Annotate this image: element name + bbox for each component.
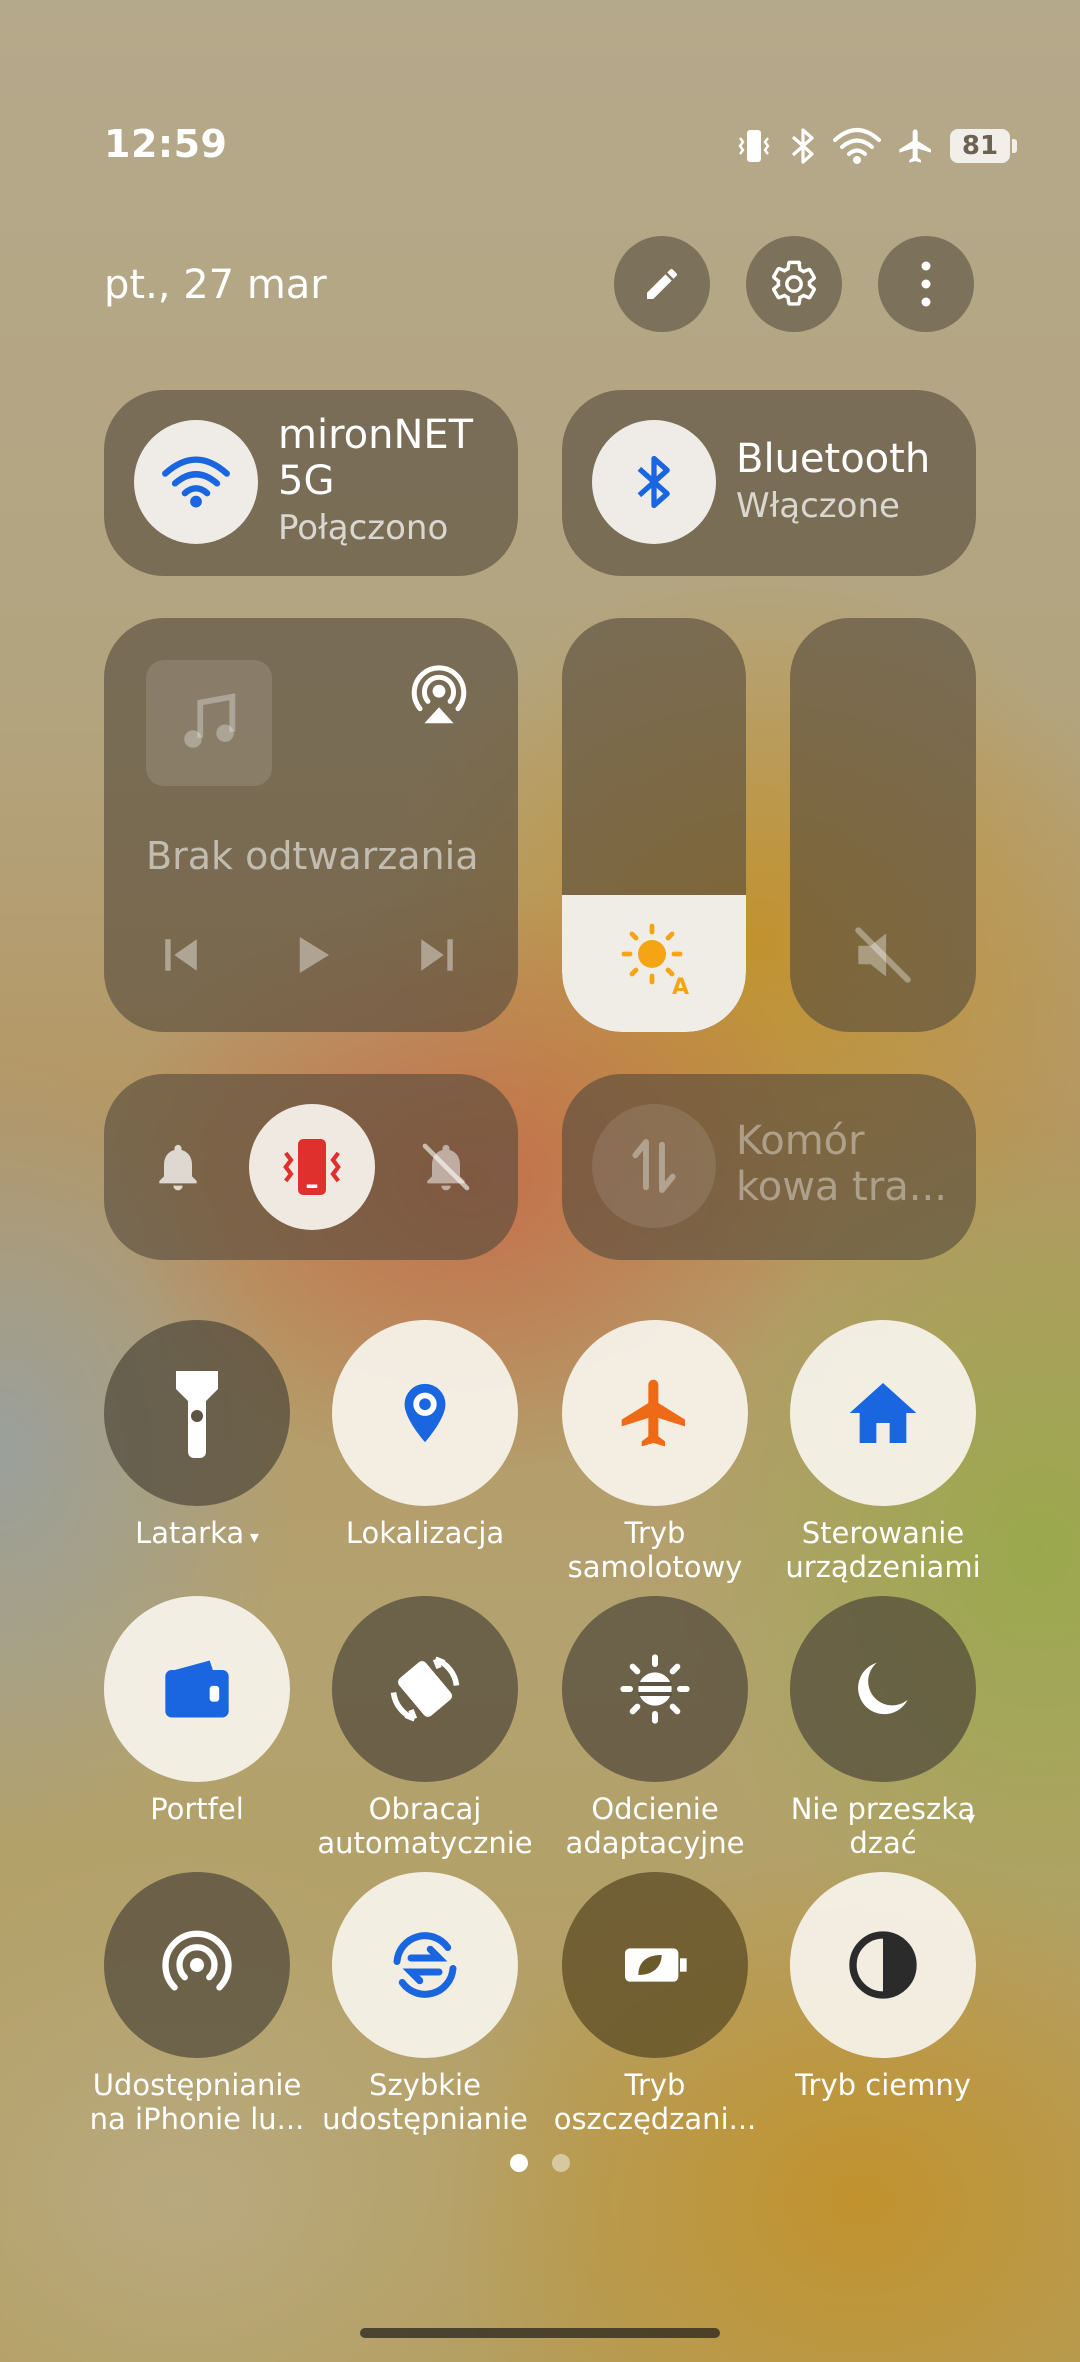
battery-saver-toggle[interactable] — [562, 1872, 748, 2058]
moon-icon — [858, 1662, 908, 1715]
edit-icon — [647, 268, 678, 299]
cast-icon — [411, 665, 467, 724]
skip-previous-icon — [165, 939, 197, 971]
quick-share-label: Szybkie udostępnianie — [322, 2068, 528, 2136]
music-note-icon — [184, 693, 236, 748]
quick-share-icon — [393, 1932, 457, 1998]
volume-muted-icon — [846, 918, 920, 996]
device-controls-toggle[interactable] — [790, 1320, 976, 1506]
device-controls-label: Sterowanie urządzeniami — [785, 1516, 981, 1584]
wallet-label: Portfel — [150, 1792, 244, 1826]
dropdown-icon: ▾ — [244, 1527, 259, 1548]
home-icon — [849, 1383, 917, 1443]
flashlight-toggle[interactable] — [104, 1320, 290, 1506]
cast-button[interactable] — [404, 662, 474, 736]
iphone-sharing-label: Udostępnianie na iPhonie lu... — [89, 2068, 305, 2136]
battery-icon: 81 — [950, 129, 1017, 163]
svg-text:A: A — [672, 975, 689, 998]
rotate-icon — [390, 1656, 460, 1722]
mobile-data-label: Komór kowa tra... — [736, 1118, 947, 1210]
do-not-disturb-toggle[interactable] — [790, 1596, 976, 1782]
adaptive-tone-icon — [620, 1654, 690, 1724]
flashlight-label: Latarka ▾ — [135, 1516, 259, 1550]
wifi-icon — [162, 456, 230, 508]
media-status-label: Brak odtwarzania — [146, 834, 479, 878]
edit-button[interactable] — [614, 236, 710, 332]
location-toggle[interactable] — [332, 1320, 518, 1506]
bell-icon — [159, 1144, 197, 1191]
bluetooth-tile[interactable]: Bluetooth Włączone — [562, 390, 976, 576]
location-icon — [404, 1383, 446, 1443]
page-indicator-1[interactable] — [510, 2154, 528, 2172]
previous-button[interactable] — [154, 928, 208, 982]
location-label: Lokalizacja — [345, 1516, 505, 1550]
bell-off-icon — [422, 1143, 470, 1191]
play-button[interactable] — [284, 928, 338, 982]
mobile-data-tile[interactable]: Komór kowa tra... — [562, 1074, 976, 1260]
wifi-tile[interactable]: mironNET 5G Połączono — [104, 390, 518, 576]
vibrate-icon — [283, 1139, 341, 1195]
wifi-toggle[interactable] — [134, 420, 258, 544]
settings-icon — [772, 260, 816, 306]
media-player-tile[interactable]: Brak odtwarzania — [104, 618, 518, 1032]
do-not-disturb-label: Nie przeszka dzać — [790, 1792, 976, 1860]
dark-mode-label: Tryb ciemny — [795, 2068, 971, 2102]
brightness-auto-icon: A — [616, 918, 696, 1002]
more-button[interactable] — [878, 236, 974, 332]
play-icon — [299, 937, 329, 973]
volume-slider[interactable] — [790, 618, 976, 1032]
wifi-network-name: mironNET 5G — [278, 412, 474, 504]
ring-mode-button[interactable] — [150, 1138, 206, 1200]
bluetooth-icon — [637, 455, 670, 509]
wifi-status: Połączono — [278, 508, 449, 548]
more-icon — [921, 261, 931, 307]
battery-level: 81 — [961, 131, 999, 161]
vibrate-icon — [734, 126, 774, 166]
battery-saver-label: Tryb oszczędzani... — [553, 2068, 757, 2136]
wallet-icon — [165, 1660, 229, 1718]
next-button[interactable] — [410, 928, 464, 982]
adaptive-tone-label: Odcienie adaptacyjne — [565, 1792, 745, 1860]
bluetooth-status: Włączone — [736, 486, 900, 526]
wallet-toggle[interactable] — [104, 1596, 290, 1782]
share-icon — [162, 1930, 232, 1991]
date-label: pt., 27 mar — [104, 262, 327, 308]
bluetooth-title: Bluetooth — [736, 436, 931, 482]
home-indicator[interactable] — [360, 2328, 720, 2338]
adaptive-tone-toggle[interactable] — [562, 1596, 748, 1782]
album-art — [146, 660, 272, 786]
status-icons: 81 — [734, 124, 1017, 168]
brightness-slider[interactable]: A — [562, 618, 746, 1032]
status-time: 12:59 — [104, 122, 228, 166]
silent-mode-button[interactable] — [418, 1138, 474, 1200]
airplane-icon — [896, 126, 936, 166]
sound-mode-tile — [104, 1074, 518, 1260]
quick-share-toggle[interactable] — [332, 1872, 518, 2058]
auto-rotate-label: Obracaj automatycznie — [317, 1792, 533, 1860]
skip-next-icon — [421, 939, 453, 971]
settings-button[interactable] — [746, 236, 842, 332]
bluetooth-toggle[interactable] — [592, 420, 716, 544]
wifi-icon — [832, 126, 882, 166]
auto-rotate-toggle[interactable] — [332, 1596, 518, 1782]
flashlight-icon — [176, 1371, 218, 1458]
dropdown-icon[interactable]: ▾ — [966, 1808, 975, 1829]
dark-mode-toggle[interactable] — [790, 1872, 976, 2058]
iphone-sharing-toggle[interactable] — [104, 1872, 290, 2058]
airplane-mode-label: Tryb samolotowy — [567, 1516, 743, 1584]
mobile-data-toggle[interactable] — [592, 1104, 716, 1228]
airplane-mode-toggle[interactable] — [562, 1320, 748, 1506]
bluetooth-icon — [788, 125, 818, 167]
vibrate-mode-button[interactable] — [249, 1104, 375, 1230]
battery-saver-icon — [625, 1948, 687, 1982]
page-indicator-2[interactable] — [552, 2154, 570, 2172]
dark-mode-icon — [849, 1931, 917, 1999]
airplane-icon — [621, 1379, 685, 1447]
data-transfer-icon — [632, 1139, 676, 1193]
